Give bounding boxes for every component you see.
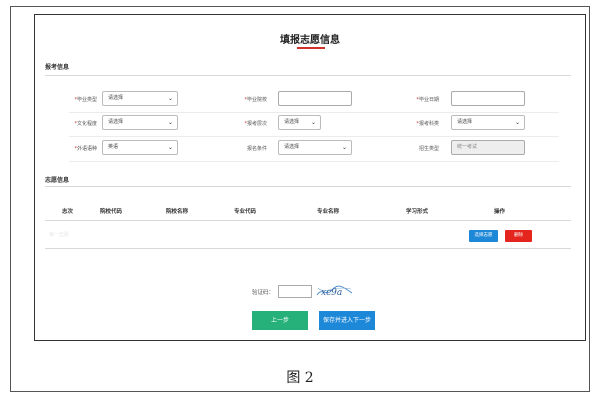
chevron-down-icon: ⌄ (167, 144, 173, 151)
education-level-label: *文化程度 (74, 121, 97, 127)
column-header: 学习形式 (406, 209, 429, 215)
row-divider (69, 161, 559, 162)
graduation-type-select[interactable]: 请选择 ⌄ (102, 91, 178, 106)
foreign-language-label: *外语语种 (74, 146, 97, 152)
captcha-text: xc9a (321, 288, 342, 298)
chevron-down-icon: ⌄ (310, 119, 316, 126)
row-divider (69, 112, 559, 113)
graduation-type-label: *毕业类型 (74, 97, 97, 103)
foreign-language-select[interactable]: 英语 ⌄ (102, 140, 178, 155)
graduation-school-input[interactable] (278, 91, 352, 106)
column-header: 志次 (62, 209, 74, 215)
page-title: 填报志愿信息 (280, 35, 340, 46)
section-divider (45, 75, 571, 76)
captcha-image[interactable]: xc9a (316, 283, 354, 299)
figure-caption: 图 2 (286, 370, 314, 386)
row-divider (69, 136, 559, 137)
apply-condition-select[interactable]: 请选择 ⌄ (278, 140, 352, 155)
save-next-button[interactable]: 保存并进入下一步 (319, 311, 375, 330)
figure-frame: 填报志愿信息 报考信息 *毕业类型 请选择 ⌄ *毕业院校 *毕业日期 *文化程度… (10, 6, 590, 392)
column-header: 专业代码 (234, 209, 257, 215)
captcha-label: 验证码： (252, 290, 275, 296)
chevron-down-icon: ⌄ (167, 95, 173, 102)
apply-category-label: *报考科类 (416, 121, 439, 127)
chevron-down-icon: ⌄ (514, 119, 520, 126)
chevron-down-icon: ⌄ (167, 119, 173, 126)
apply-level-label: *报考层次 (244, 121, 267, 127)
table-row-label: 第一志愿 (49, 232, 70, 238)
section-divider (45, 186, 571, 187)
graduation-date-label: *毕业日期 (416, 97, 439, 103)
captcha-input[interactable] (278, 285, 312, 298)
table-divider (45, 220, 571, 221)
table-divider (45, 248, 571, 249)
column-header: 专业名称 (317, 209, 340, 215)
title-underline (297, 47, 325, 49)
prev-step-button[interactable]: 上一步 (252, 311, 308, 330)
chevron-down-icon: ⌄ (341, 144, 347, 151)
education-level-select[interactable]: 请选择 ⌄ (102, 115, 178, 130)
apply-level-select[interactable]: 请选择 ⌄ (278, 115, 321, 130)
enrollment-type-label: 招生类型 (418, 146, 439, 152)
volunteer-section-title: 志愿信息 (45, 177, 70, 184)
registration-section-title: 报考信息 (45, 64, 70, 71)
delete-button[interactable]: 删除 (505, 230, 532, 242)
form-screenshot: 填报志愿信息 报考信息 *毕业类型 请选择 ⌄ *毕业院校 *毕业日期 *文化程度… (34, 14, 586, 341)
apply-category-select[interactable]: 请选择 ⌄ (451, 115, 525, 130)
graduation-date-input[interactable] (451, 91, 525, 106)
column-header: 操作 (494, 209, 506, 215)
apply-condition-label: 报名条件 (246, 146, 267, 152)
enrollment-type-field: 统一考试 (451, 140, 525, 155)
graduation-school-label: *毕业院校 (244, 97, 267, 103)
column-header: 院校名称 (166, 209, 189, 215)
select-volunteer-button[interactable]: 选择志愿 (469, 230, 498, 242)
column-header: 院校代码 (100, 209, 123, 215)
